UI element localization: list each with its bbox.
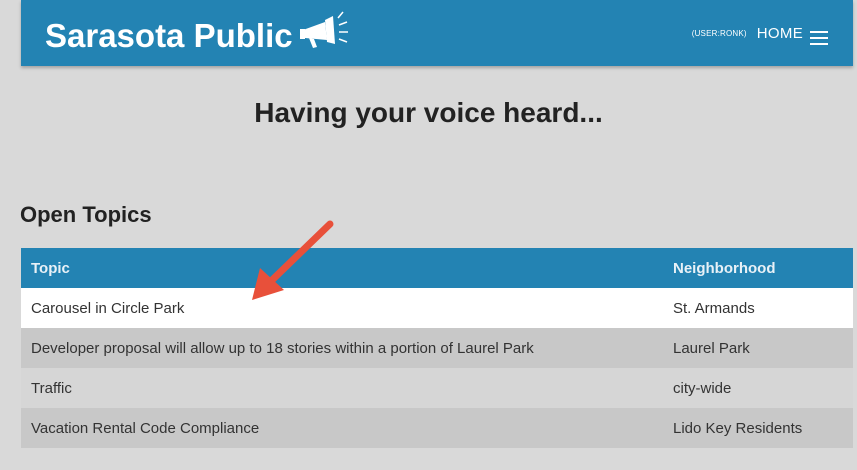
table-row[interactable]: Developer proposal will allow up to 18 s… [21,328,853,368]
table-row[interactable]: Vacation Rental Code Compliance Lido Key… [21,408,853,448]
topics-table: Topic Neighborhood Carousel in Circle Pa… [21,248,853,448]
topic-cell[interactable]: Traffic [21,368,665,408]
topic-cell[interactable]: Vacation Rental Code Compliance [21,408,665,448]
table-row[interactable]: Traffic city-wide [21,368,853,408]
neighborhood-cell: city-wide [665,368,853,408]
topic-cell[interactable]: Carousel in Circle Park [21,288,665,328]
brand-title: Sarasota Public [45,17,293,54]
neighborhood-cell: St. Armands [665,288,853,328]
page: Sarasota Public (USER:RONK) HOME Having … [0,0,857,470]
column-header-neighborhood[interactable]: Neighborhood [665,248,853,288]
home-link[interactable]: HOME [757,25,803,42]
column-header-topic[interactable]: Topic [21,248,665,288]
page-headline: Having your voice heard... [254,97,603,128]
section-title: Open Topics [20,202,152,227]
hamburger-menu-icon[interactable] [810,31,828,45]
brand-logo[interactable]: Sarasota Public [45,11,351,58]
topic-cell[interactable]: Developer proposal will allow up to 18 s… [21,328,665,368]
megaphone-icon [299,11,348,48]
table-header-row: Topic Neighborhood [21,248,853,288]
table-row[interactable]: Carousel in Circle Park St. Armands [21,288,853,328]
neighborhood-cell: Laurel Park [665,328,853,368]
neighborhood-cell: Lido Key Residents [665,408,853,448]
top-navbar: Sarasota Public (USER:RONK) HOME [21,0,853,66]
user-tag: (USER:RONK) [691,29,747,38]
nav-right: (USER:RONK) HOME [692,25,803,42]
